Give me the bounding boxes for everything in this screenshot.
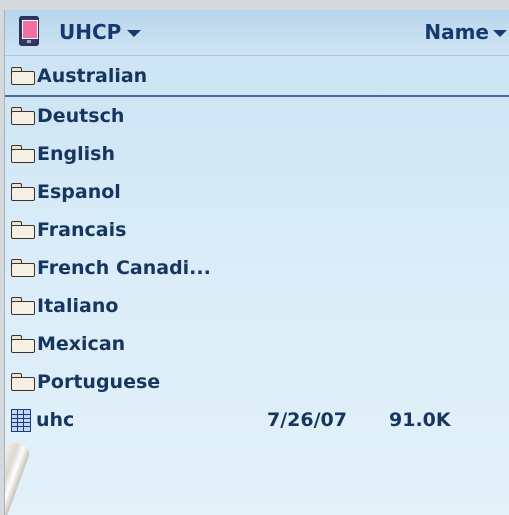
folder-icon [11,221,35,239]
list-item-label: Espanol [37,181,121,203]
file-size: 91.0K [389,409,451,431]
folder-dropdown[interactable]: UHCP [59,18,142,46]
file-explorer-screen: UHCP Name Australian Deutsch English Esp… [4,10,509,515]
sort-dropdown[interactable]: Name [424,18,507,46]
sort-dropdown-label: Name [424,20,489,44]
folder-icon [11,67,35,85]
stylus [5,440,32,515]
chevron-down-icon [127,30,142,37]
folder-icon [11,259,35,277]
folder-icon [11,183,35,201]
list-item-french-canadian[interactable]: French Canadi... [5,249,509,287]
list-item-portuguese[interactable]: Portuguese [5,363,509,401]
list-item-australian[interactable]: Australian [5,57,509,97]
file-grid-icon [11,408,31,432]
list-item-label: uhc [36,409,75,431]
chevron-down-icon [493,30,507,37]
folder-icon [11,297,35,315]
list-item-label: Italiano [37,295,119,317]
list-item-espanol[interactable]: Espanol [5,173,509,211]
list-item-label: Deutsch [37,105,125,127]
list-item-label: Francais [37,219,127,241]
file-list: Australian Deutsch English Espanol Franc… [5,57,509,439]
folder-dropdown-label: UHCP [59,20,122,44]
file-date: 7/26/07 [267,409,347,431]
list-item-deutsch[interactable]: Deutsch [5,97,509,135]
header-bar: UHCP Name [5,10,509,56]
folder-icon [11,373,35,391]
list-item-mexican[interactable]: Mexican [5,325,509,363]
list-item-italiano[interactable]: Italiano [5,287,509,325]
device-icon [19,16,39,46]
list-item-label: Mexican [37,333,126,355]
folder-icon [11,107,35,125]
list-item-english[interactable]: English [5,135,509,173]
list-item-label: French Canadi... [37,257,211,279]
list-item-francais[interactable]: Francais [5,211,509,249]
list-item-label: English [37,143,115,165]
folder-icon [11,335,35,353]
list-item-label: Australian [37,65,148,87]
list-item-uhc[interactable]: uhc 7/26/07 91.0K [5,401,509,439]
list-item-label: Portuguese [37,371,161,393]
folder-icon [11,145,35,163]
